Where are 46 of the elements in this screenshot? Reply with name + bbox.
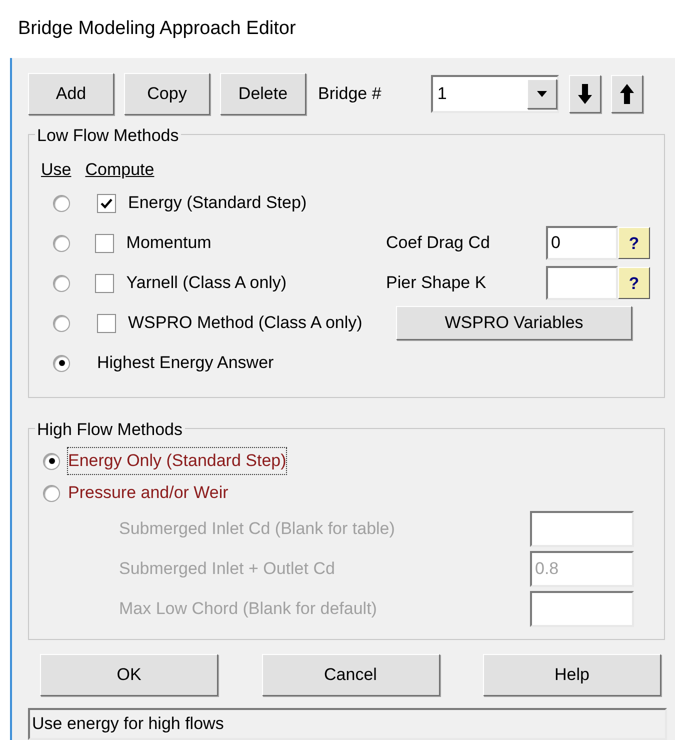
input-field[interactable]: 0 bbox=[546, 226, 618, 260]
move-down-button[interactable] bbox=[569, 75, 602, 113]
radio-button[interactable] bbox=[53, 194, 70, 212]
method-label: WSPRO Method (Class A only) bbox=[128, 312, 364, 334]
method-label: Yarnell (Class A only) bbox=[126, 272, 288, 294]
method-label: Energy (Standard Step) bbox=[128, 192, 308, 214]
checkbox[interactable] bbox=[95, 234, 114, 252]
radio-button[interactable] bbox=[53, 314, 70, 332]
dialog-button[interactable]: Help bbox=[483, 654, 661, 696]
radio-button[interactable] bbox=[43, 484, 60, 502]
method-label: Highest Energy Answer bbox=[97, 352, 274, 374]
help-button[interactable]: ? bbox=[618, 267, 650, 299]
window-title: Bridge Modeling Approach Editor bbox=[18, 16, 296, 41]
checkbox[interactable] bbox=[97, 194, 116, 212]
method-label: Momentum bbox=[126, 232, 212, 254]
bridge-dropdown[interactable]: 1 bbox=[431, 75, 560, 113]
column-header: Compute bbox=[85, 159, 154, 181]
checkbox[interactable] bbox=[95, 274, 114, 292]
field-label: Max Low Chord (Blank for default) bbox=[119, 598, 377, 620]
move-up-button[interactable] bbox=[611, 75, 644, 113]
down-arrow-icon bbox=[578, 84, 592, 104]
radio-button[interactable] bbox=[53, 234, 70, 252]
field-label: Submerged Inlet + Outlet Cd bbox=[119, 558, 335, 580]
option-label: Pressure and/or Weir bbox=[68, 482, 228, 504]
dialog-button[interactable]: Cancel bbox=[262, 654, 440, 696]
help-button[interactable]: ? bbox=[618, 227, 650, 259]
up-arrow-icon bbox=[620, 84, 634, 104]
dialog-button[interactable]: OK bbox=[40, 654, 218, 696]
toolbar-button[interactable]: Add bbox=[28, 73, 114, 115]
option-label: Energy Only (Standard Step) bbox=[68, 448, 286, 474]
caret-icon bbox=[537, 91, 548, 97]
checkmark-icon bbox=[100, 196, 113, 210]
field-label: Pier Shape K bbox=[386, 272, 488, 294]
toolbar-button[interactable]: Delete bbox=[220, 73, 306, 115]
radio-button[interactable] bbox=[53, 274, 70, 292]
field-label: Coef Drag Cd bbox=[386, 232, 491, 254]
wspro-variables-button[interactable]: WSPRO Variables bbox=[396, 306, 632, 340]
input-field[interactable] bbox=[546, 266, 618, 300]
radio-button[interactable] bbox=[53, 354, 70, 372]
bridge-label: Bridge # bbox=[318, 83, 382, 106]
radio-button[interactable] bbox=[43, 452, 60, 470]
column-header: Use bbox=[41, 159, 72, 181]
field-label: Submerged Inlet Cd (Blank for table) bbox=[119, 518, 395, 540]
status-bar: Use energy for high flows bbox=[28, 708, 667, 740]
checkbox[interactable] bbox=[97, 314, 116, 332]
toolbar-button[interactable]: Copy bbox=[124, 73, 210, 115]
